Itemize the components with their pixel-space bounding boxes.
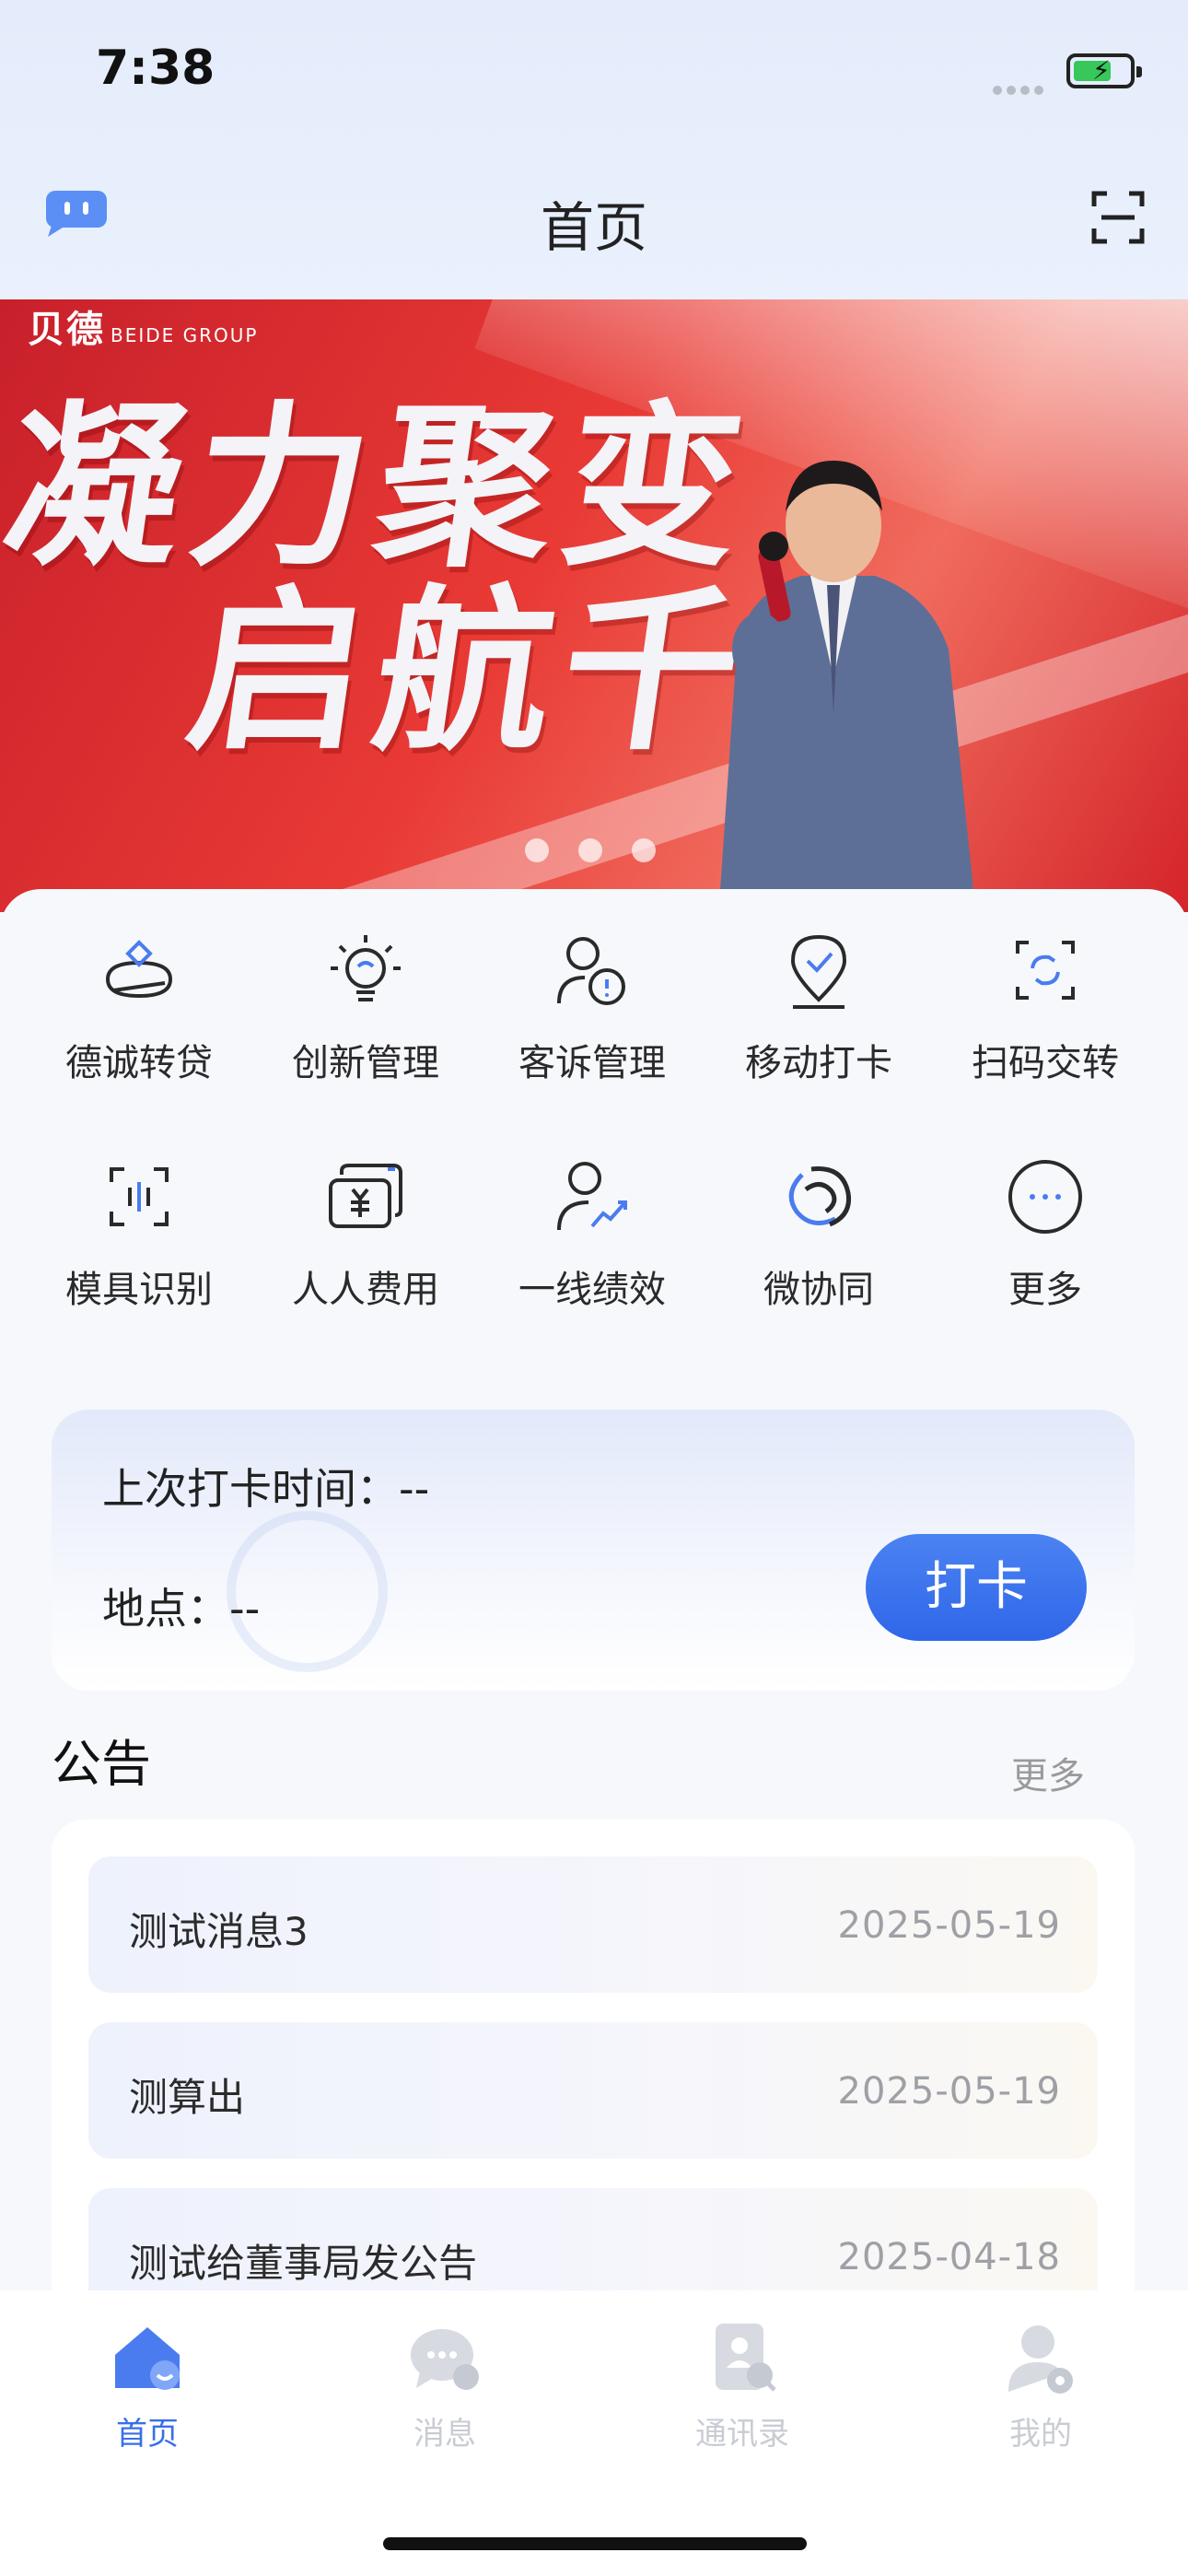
notice-list: 测试消息3 2025-05-19 测算出 2025-05-19 测试给董事局发公… (52, 1820, 1135, 2336)
speaker-image (718, 461, 976, 912)
scan-transfer-icon (1016, 941, 1075, 1000)
grid-label: 扫码交转 (972, 1042, 1119, 1084)
tab-bar: 首页 消息 通讯录 我的 (0, 2290, 1188, 2576)
main-content: 德诚转贷 创新管理 客诉管理 移动打卡 扫码交转 模具识别 人人费用 一线绩效 … (0, 889, 1188, 2336)
tab-home[interactable]: 首页 (55, 2318, 239, 2453)
grid-label: 更多 (1008, 1269, 1082, 1311)
location-check-icon (790, 934, 847, 1009)
tab-label: 消息 (413, 2416, 476, 2453)
notice-title: 测试给董事局发公告 (129, 2241, 478, 2286)
notice-section-title: 公告 (52, 1735, 151, 1793)
bulb-icon (331, 935, 401, 1001)
performance-icon (557, 1162, 627, 1231)
tab-label: 通讯录 (695, 2416, 789, 2453)
notice-item[interactable]: 测试消息3 2025-05-19 (88, 1856, 1098, 1993)
checkin-button[interactable]: 打卡 (866, 1534, 1087, 1641)
signal-icon (993, 81, 1048, 99)
collaboration-icon (788, 1166, 852, 1227)
more-icon (1008, 1160, 1082, 1234)
notice-item[interactable]: 测算出 2025-05-19 (88, 2022, 1098, 2159)
notice-more-link[interactable]: 更多 (1011, 1746, 1085, 1799)
grid-item-innovation[interactable]: 创新管理 (252, 926, 479, 1110)
tab-profile[interactable]: 我的 (949, 2318, 1133, 2453)
grid-item-complaint[interactable]: 客诉管理 (479, 926, 705, 1110)
grid-label: 移动打卡 (745, 1042, 892, 1084)
carousel-indicator[interactable] (525, 838, 685, 866)
last-checkin-time: 上次打卡时间：-- (102, 1464, 430, 1514)
expense-icon (329, 1164, 402, 1228)
battery-icon: ⚡ (1066, 53, 1142, 88)
grid-item-checkin[interactable]: 移动打卡 (705, 926, 932, 1110)
grid-item-collaboration[interactable]: 微协同 (705, 1153, 932, 1337)
tab-label: 首页 (116, 2416, 179, 2453)
notice-title: 测试消息3 (129, 1909, 309, 1954)
checkin-card: 上次打卡时间：-- 地点：-- 打卡 (52, 1410, 1135, 1691)
grid-label: 德诚转贷 (65, 1042, 213, 1084)
grid-item-more[interactable]: 更多 (932, 1153, 1159, 1337)
grid-item-performance[interactable]: 一线绩效 (479, 1153, 705, 1337)
grid-label: 微协同 (763, 1269, 874, 1311)
mold-scan-icon (110, 1167, 169, 1226)
status-time: 7:38 (96, 41, 215, 96)
checkin-location: 地点：-- (102, 1584, 261, 1633)
grid-item-scan-transfer[interactable]: 扫码交转 (932, 926, 1159, 1110)
grid-label: 客诉管理 (518, 1042, 666, 1084)
grid-label: 创新管理 (292, 1042, 439, 1084)
scan-icon[interactable] (1090, 190, 1146, 245)
message-icon (411, 2329, 479, 2390)
grid-item-mold[interactable]: 模具识别 (26, 1153, 252, 1337)
grid-label: 模具识别 (65, 1269, 213, 1311)
grid-item-loan[interactable]: 德诚转贷 (26, 926, 252, 1110)
banner-carousel[interactable]: 贝德 BEIDE GROUP 凝力聚变 启航千亿 (0, 299, 1188, 912)
tab-contacts[interactable]: 通讯录 (650, 2318, 834, 2453)
home-icon (115, 2327, 180, 2390)
page-title: 首页 (540, 196, 647, 259)
notice-title: 测算出 (129, 2075, 246, 2120)
loan-icon (105, 940, 173, 999)
grid-label: 人人费用 (292, 1269, 439, 1311)
profile-icon (1008, 2325, 1073, 2394)
grid-item-expense[interactable]: 人人费用 (252, 1153, 479, 1337)
notice-date: 2025-05-19 (837, 2070, 1061, 2113)
tab-messages[interactable]: 消息 (353, 2318, 537, 2453)
grid-label: 一线绩效 (518, 1269, 666, 1311)
top-header: 7:38 ⚡ 首页 (0, 0, 1188, 299)
contacts-icon (716, 2324, 776, 2392)
notice-date: 2025-04-18 (837, 2236, 1061, 2278)
home-indicator (383, 2537, 807, 2550)
complaint-user-icon (557, 937, 625, 1005)
tab-label: 我的 (1009, 2416, 1072, 2453)
notice-date: 2025-05-19 (837, 1904, 1061, 1947)
